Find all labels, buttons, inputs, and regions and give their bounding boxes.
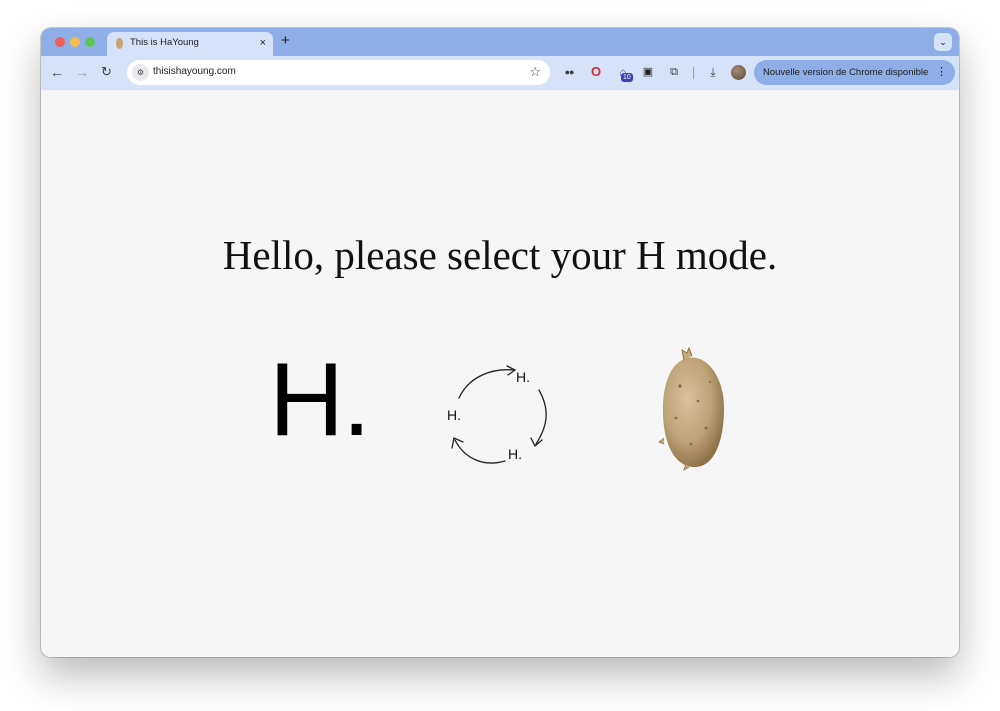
- page-headline: Hello, please select your H mode.: [222, 232, 778, 278]
- minimize-window-button[interactable]: [70, 37, 80, 47]
- box-extension-icon[interactable]: ▣: [640, 64, 656, 80]
- url-text[interactable]: thisishayoung.com: [153, 66, 236, 77]
- opera-extension-icon[interactable]: O: [588, 64, 604, 80]
- close-tab-icon[interactable]: ×: [260, 36, 266, 50]
- tab-title: This is HaYoung: [130, 37, 199, 48]
- tab-active[interactable]: This is HaYoung ×: [107, 32, 273, 56]
- download-icon[interactable]: ⤓: [705, 64, 721, 80]
- eyes-extension-icon[interactable]: ●●: [561, 64, 577, 80]
- bookmark-star-icon[interactable]: ☆: [529, 64, 541, 80]
- back-arrow-icon[interactable]: ←: [50, 64, 64, 80]
- tab-search-button[interactable]: ⌄: [934, 33, 952, 51]
- potato-favicon-icon: [116, 38, 123, 49]
- mode-cycle[interactable]: H. H. H.: [441, 358, 556, 468]
- extension-badge: 10: [621, 73, 633, 82]
- profile-avatar[interactable]: [731, 65, 746, 80]
- close-window-button[interactable]: [55, 37, 65, 47]
- cycle-arrows-icon: [451, 365, 547, 464]
- address-bar[interactable]: ⚙ thisishayoung.com ☆: [127, 60, 550, 85]
- cycle-label-bottom: H.: [508, 446, 522, 462]
- update-label: Nouvelle version de Chrome disponible: [763, 67, 929, 78]
- new-tab-button[interactable]: +: [281, 33, 290, 49]
- cycle-label-left: H.: [447, 407, 461, 423]
- mode-potato[interactable]: [658, 346, 728, 472]
- extensions-puzzle-icon[interactable]: ⧉: [666, 64, 682, 80]
- zoom-window-button[interactable]: [85, 37, 95, 47]
- tab-strip: This is HaYoung × + ⌄: [41, 28, 959, 56]
- site-info-icon[interactable]: ⚙: [132, 64, 149, 81]
- cycle-label-top: H.: [516, 369, 530, 385]
- kebab-menu-icon[interactable]: ⋮: [936, 65, 947, 79]
- forward-arrow-icon[interactable]: →: [75, 64, 89, 80]
- chrome-update-button[interactable]: Nouvelle version de Chrome disponible ⋮: [754, 60, 955, 85]
- mode-h-letter[interactable]: H.: [269, 348, 371, 452]
- toolbar: ← → ↻ ⚙ thisishayoung.com ☆ ●● O ⌂ 10 ▣ …: [41, 56, 959, 90]
- reload-icon[interactable]: ↻: [101, 64, 112, 80]
- potato-icon: [658, 346, 724, 471]
- page-content: Hello, please select your H mode. H. H. …: [41, 90, 959, 657]
- toolbar-separator: [693, 67, 694, 79]
- browser-window: This is HaYoung × + ⌄ ← → ↻ ⚙ thisishayo…: [41, 28, 959, 657]
